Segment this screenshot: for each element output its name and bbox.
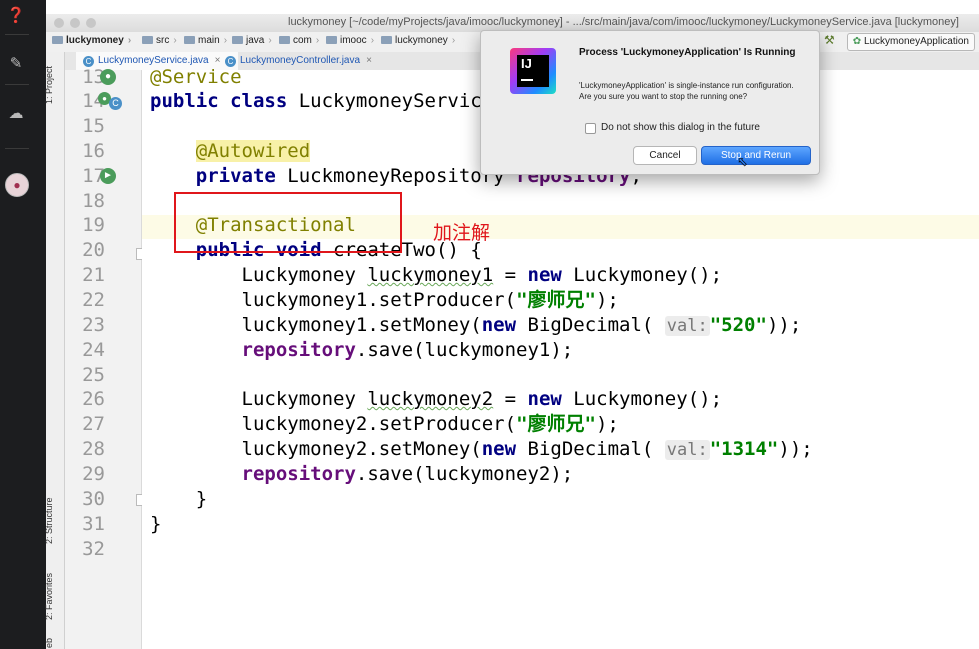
- dialog-title: Process 'LuckymoneyApplication' Is Runni…: [579, 47, 796, 58]
- line-number: 16: [82, 140, 105, 162]
- code-line-22: luckymoney1.setProducer("廖师兄");: [241, 289, 619, 311]
- help-icon[interactable]: ❓: [6, 6, 26, 26]
- mouse-pointer-icon: ⬁: [737, 154, 748, 169]
- hammer-icon[interactable]: ⚒: [824, 33, 835, 47]
- folder-icon: [381, 36, 392, 44]
- stop-and-rerun-button[interactable]: Stop and Rerun: [701, 146, 811, 165]
- stop-process-dialog: IJ Process 'LuckymoneyApplication' Is Ru…: [480, 30, 820, 175]
- line-number: 21: [82, 264, 105, 286]
- code-line-28: luckymoney2.setMoney(new BigDecimal( val…: [241, 438, 813, 460]
- line-number: 23: [82, 314, 105, 336]
- dock-divider: [5, 34, 29, 35]
- line-number: 32: [82, 538, 105, 560]
- run-configuration-select[interactable]: ✿ LuckymoneyApplication: [846, 33, 975, 51]
- zoom-window-button[interactable]: [86, 18, 96, 28]
- run-icon[interactable]: ►: [100, 168, 116, 184]
- favorites-tool-button[interactable]: 2: Favorites: [44, 573, 54, 620]
- close-window-button[interactable]: [54, 18, 64, 28]
- class-icon: C: [109, 97, 122, 110]
- line-number: 25: [82, 364, 105, 386]
- code-line-29: repository.save(luckymoney2);: [241, 463, 574, 485]
- breadcrumb-item[interactable]: luckymoney ›: [52, 35, 131, 46]
- breadcrumb-item[interactable]: main ›: [184, 35, 227, 46]
- line-number: 27: [82, 413, 105, 435]
- dock-divider: [5, 148, 29, 149]
- code-line-24: repository.save(luckymoney1);: [241, 339, 574, 361]
- intellij-logo-icon: IJ: [510, 48, 556, 94]
- breadcrumb-item[interactable]: src ›: [142, 35, 177, 46]
- code-line-27: luckymoney2.setProducer("廖师兄");: [241, 413, 619, 435]
- breadcrumb-item[interactable]: com ›: [279, 35, 319, 46]
- code-line-21: Luckymoney luckymoney1 = new Luckymoney(…: [241, 264, 723, 286]
- breadcrumb-item[interactable]: luckymoney ›: [381, 35, 455, 46]
- annotation-note: 加注解: [433, 223, 491, 244]
- code-line-30: }: [195, 488, 208, 510]
- avatar[interactable]: ●: [5, 173, 29, 197]
- line-number: 19: [82, 214, 105, 236]
- breadcrumb-item[interactable]: imooc ›: [326, 35, 374, 46]
- tab-luckymoney-controller[interactable]: C LuckymoneyController.java ×: [218, 52, 390, 70]
- left-dock: ❓ ✎ ☁ ●: [0, 0, 46, 649]
- tool-window-strip: 1: Project 2: Structure 2: Favorites eb: [44, 52, 65, 649]
- line-number: 31: [82, 513, 105, 535]
- line-number: 22: [82, 289, 105, 311]
- edit-icon[interactable]: ✎: [6, 54, 26, 74]
- cloud-icon[interactable]: ☁: [6, 104, 26, 124]
- spring-icon: ✿: [852, 36, 862, 47]
- parameter-hint: val:: [664, 316, 710, 336]
- line-number: 24: [82, 339, 105, 361]
- line-number: 17: [82, 165, 105, 187]
- folder-icon: [184, 36, 195, 44]
- editor-gutter: 13 14 15 16 17 18 19 20 21 22 23 24 25 2…: [65, 66, 148, 649]
- dock-divider: [5, 84, 29, 85]
- window-title: luckymoney [~/code/myProjects/java/imooc…: [288, 16, 959, 28]
- code-line-31: }: [150, 513, 162, 535]
- annotation-highlight-box: [174, 192, 402, 253]
- structure-tool-button[interactable]: 2: Structure: [44, 497, 54, 544]
- line-number: 18: [82, 190, 105, 212]
- code-line-16: @Autowired: [195, 140, 311, 162]
- line-number: 13: [82, 66, 105, 88]
- cancel-button[interactable]: Cancel: [633, 146, 697, 165]
- web-tool-button[interactable]: eb: [44, 638, 54, 648]
- folder-icon: [142, 36, 153, 44]
- folder-icon: [232, 36, 243, 44]
- folder-icon: [52, 36, 63, 44]
- parameter-hint: val:: [664, 440, 710, 460]
- code-line-23: luckymoney1.setMoney(new BigDecimal( val…: [241, 314, 802, 336]
- do-not-show-checkbox[interactable]: [585, 123, 596, 134]
- folder-icon: [279, 36, 290, 44]
- code-line-14: public class LuckymoneyService {: [150, 90, 517, 112]
- line-number: 26: [82, 388, 105, 410]
- line-number: 15: [82, 115, 105, 137]
- dialog-message: 'LuckymoneyApplication' is single-instan…: [579, 81, 794, 101]
- line-number: 20: [82, 239, 105, 261]
- code-line-26: Luckymoney luckymoney2 = new Luckymoney(…: [241, 388, 723, 410]
- line-number: 29: [82, 463, 105, 485]
- breadcrumb-item[interactable]: java ›: [232, 35, 272, 46]
- code-line-13: @Service: [150, 66, 242, 88]
- folder-icon: [326, 36, 337, 44]
- project-tool-button[interactable]: 1: Project: [44, 66, 54, 104]
- line-number: 28: [82, 438, 105, 460]
- close-tab-icon[interactable]: ×: [366, 55, 372, 66]
- bean-icon[interactable]: ●: [100, 69, 116, 85]
- minimize-window-button[interactable]: [70, 18, 80, 28]
- line-number: 30: [82, 488, 105, 510]
- do-not-show-label[interactable]: Do not show this dialog in the future: [601, 122, 760, 133]
